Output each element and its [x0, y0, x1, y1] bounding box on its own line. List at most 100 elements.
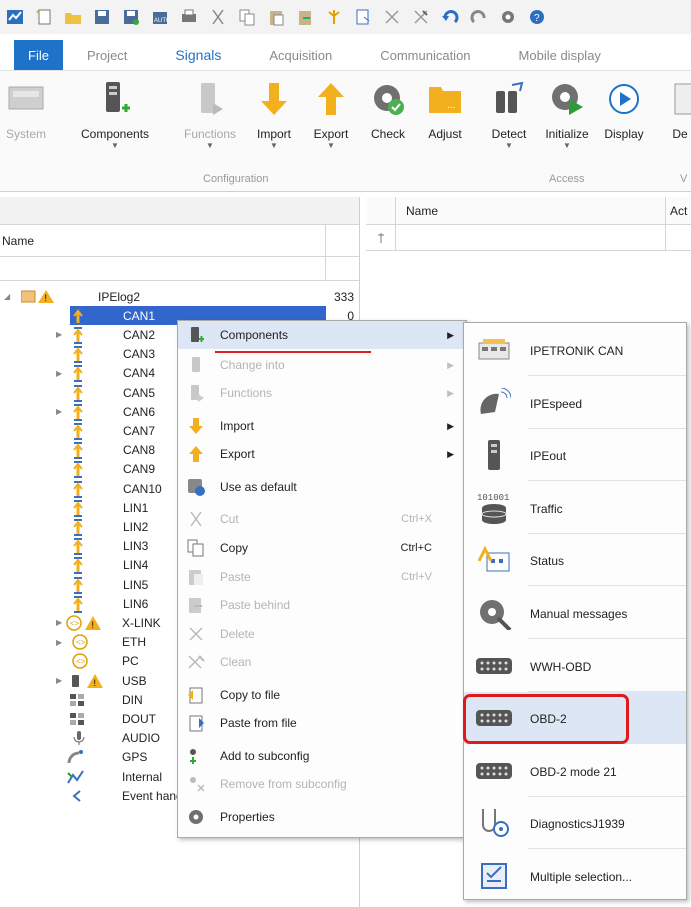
app-icon[interactable]	[4, 6, 26, 28]
context-menu-label: Components	[220, 328, 289, 342]
undo-icon[interactable]	[439, 6, 461, 28]
expand-icon[interactable]: ▶	[56, 676, 62, 685]
expand-icon[interactable]: ▶	[56, 638, 62, 647]
components-submenu: IPETRONIK CAN IPEspeed IPEout 101001 Traffic…	[463, 322, 687, 900]
submenu-item-traffic[interactable]: 101001 Traffic	[464, 482, 686, 534]
components-icon	[98, 77, 132, 121]
submenu-item-ipespeed[interactable]: IPEspeed	[464, 377, 686, 429]
submenu-item-diagnosticsj1939[interactable]: DiagnosticsJ1939	[464, 797, 686, 850]
gear-play-icon	[549, 77, 585, 121]
tree-row-name: CAN1	[123, 308, 156, 323]
context-menu-item-copy[interactable]: Copy Ctrl+C	[178, 534, 466, 562]
context-menu-item-add-to-subconfig[interactable]: Add to subconfig	[178, 742, 466, 770]
export-arrow-icon	[315, 77, 347, 121]
close-icon[interactable]	[381, 6, 403, 28]
ribbon: System Components ▼ Functions ▼ Import ▼…	[0, 70, 691, 192]
document-icon[interactable]	[352, 6, 374, 28]
submenu-item-status[interactable]: Status	[464, 534, 686, 587]
tree-filter-row[interactable]	[0, 257, 359, 281]
svg-text:<>: <>	[70, 619, 80, 628]
can-bus-icon	[72, 422, 84, 440]
group-label-v: V	[680, 173, 688, 185]
expand-icon[interactable]: ▶	[56, 618, 62, 627]
check-button[interactable]: Check	[356, 77, 420, 167]
tab-project[interactable]: Project	[63, 40, 151, 70]
submenu-item-obd-2-mode-21[interactable]: OBD-2 mode 21	[464, 745, 686, 797]
clean-icon[interactable]	[410, 6, 432, 28]
system-button-label: System	[5, 127, 46, 141]
context-menu-item-use-as-default[interactable]: Use as default	[178, 473, 466, 501]
tree-row-name: DOUT	[122, 711, 156, 726]
context-menu-label: Use as default	[220, 480, 297, 494]
satellite-dish-icon	[474, 385, 514, 421]
open-folder-icon[interactable]	[62, 6, 84, 28]
pin-icon[interactable]	[366, 225, 396, 250]
context-menu-item-clean: Clean	[178, 648, 466, 676]
system-button[interactable]: System	[0, 77, 58, 167]
export-button[interactable]: Export ▼	[299, 77, 363, 167]
submenu-item-ipeout[interactable]: IPEout	[464, 429, 686, 482]
can-bus-icon	[72, 384, 84, 402]
submenu-item-manual-messages[interactable]: Manual messages	[464, 587, 686, 639]
expand-icon[interactable]: ▶	[56, 330, 62, 339]
details-filter-row[interactable]	[366, 225, 691, 251]
tree-row-name: USB	[122, 673, 147, 688]
collapse-icon[interactable]: ◢	[4, 292, 10, 301]
redo-icon[interactable]	[468, 6, 490, 28]
help-icon[interactable]: ?	[526, 6, 548, 28]
binoculars-icon	[492, 77, 526, 121]
save-icon[interactable]	[91, 6, 113, 28]
context-menu-label: Cut	[220, 512, 239, 526]
components-button[interactable]: Components ▼	[81, 77, 149, 167]
tree-row[interactable]: ◢! IPElog2 333	[0, 287, 360, 306]
tab-file[interactable]: File	[14, 40, 63, 70]
import-button[interactable]: Import ▼	[242, 77, 306, 167]
context-menu-item-components[interactable]: Components ▶	[178, 321, 466, 349]
paste-behind-icon	[186, 595, 206, 615]
context-menu: Components ▶ Change into ▶ Functions ▶ Import ▶…	[177, 320, 467, 838]
context-menu-item-export[interactable]: Export ▶	[178, 440, 466, 468]
context-menu-item-properties[interactable]: Properties	[178, 803, 466, 831]
print-icon[interactable]	[178, 6, 200, 28]
initialize-button[interactable]: Initialize ▼	[535, 77, 599, 167]
detect-button[interactable]: Detect ▼	[477, 77, 541, 167]
paste-behind-icon[interactable]	[294, 6, 316, 28]
diagnostics-icon	[474, 805, 514, 841]
tab-communication[interactable]: Communication	[356, 40, 494, 70]
expand-icon[interactable]: ▶	[56, 369, 62, 378]
submenu-item-ipetronik-can[interactable]: IPETRONIK CAN	[464, 324, 686, 376]
tree-icon[interactable]	[323, 6, 345, 28]
details-name-header[interactable]: Name	[396, 197, 666, 224]
new-icon[interactable]: *	[33, 6, 55, 28]
display-button[interactable]: Display	[592, 77, 656, 167]
copy-icon[interactable]	[236, 6, 258, 28]
submenu-arrow-icon: ▶	[447, 448, 454, 459]
details-act-header[interactable]: Act	[666, 197, 687, 224]
ipetronik-can-icon	[474, 332, 514, 368]
adjust-button[interactable]: ... Adjust	[413, 77, 477, 167]
submenu-label: Traffic	[530, 501, 563, 516]
context-menu-item-import[interactable]: Import ▶	[178, 412, 466, 440]
paste-icon	[186, 567, 206, 587]
context-menu-item-copy-to-file[interactable]: Copy to file	[178, 681, 466, 709]
can-bus-icon	[72, 460, 84, 479]
device-button[interactable]: De	[660, 77, 691, 167]
paste-icon[interactable]	[265, 6, 287, 28]
tab-mobile-display[interactable]: Mobile display	[495, 40, 625, 70]
context-menu-item-paste-from-file[interactable]: Paste from file	[178, 709, 466, 737]
tab-acquisition[interactable]: Acquisition	[245, 40, 356, 70]
quick-access-toolbar: * AUTO ?	[0, 0, 691, 34]
submenu-item-multiple-selection[interactable]: Multiple selection...	[464, 850, 686, 902]
context-menu-label: Copy	[220, 541, 249, 555]
name-column-header[interactable]: Name	[0, 225, 326, 256]
context-menu-label: Change into	[220, 358, 285, 372]
tab-signals[interactable]: Signals	[151, 40, 245, 70]
settings-gear-icon[interactable]	[497, 6, 519, 28]
cut-icon[interactable]	[207, 6, 229, 28]
save-as-icon[interactable]	[120, 6, 142, 28]
context-menu-label: Paste	[220, 570, 251, 584]
auto-save-icon[interactable]: AUTO	[149, 6, 171, 28]
functions-button[interactable]: Functions ▼	[178, 77, 242, 167]
submenu-item-wwh-obd[interactable]: WWH-OBD	[464, 640, 686, 692]
expand-icon[interactable]: ▶	[56, 407, 62, 416]
